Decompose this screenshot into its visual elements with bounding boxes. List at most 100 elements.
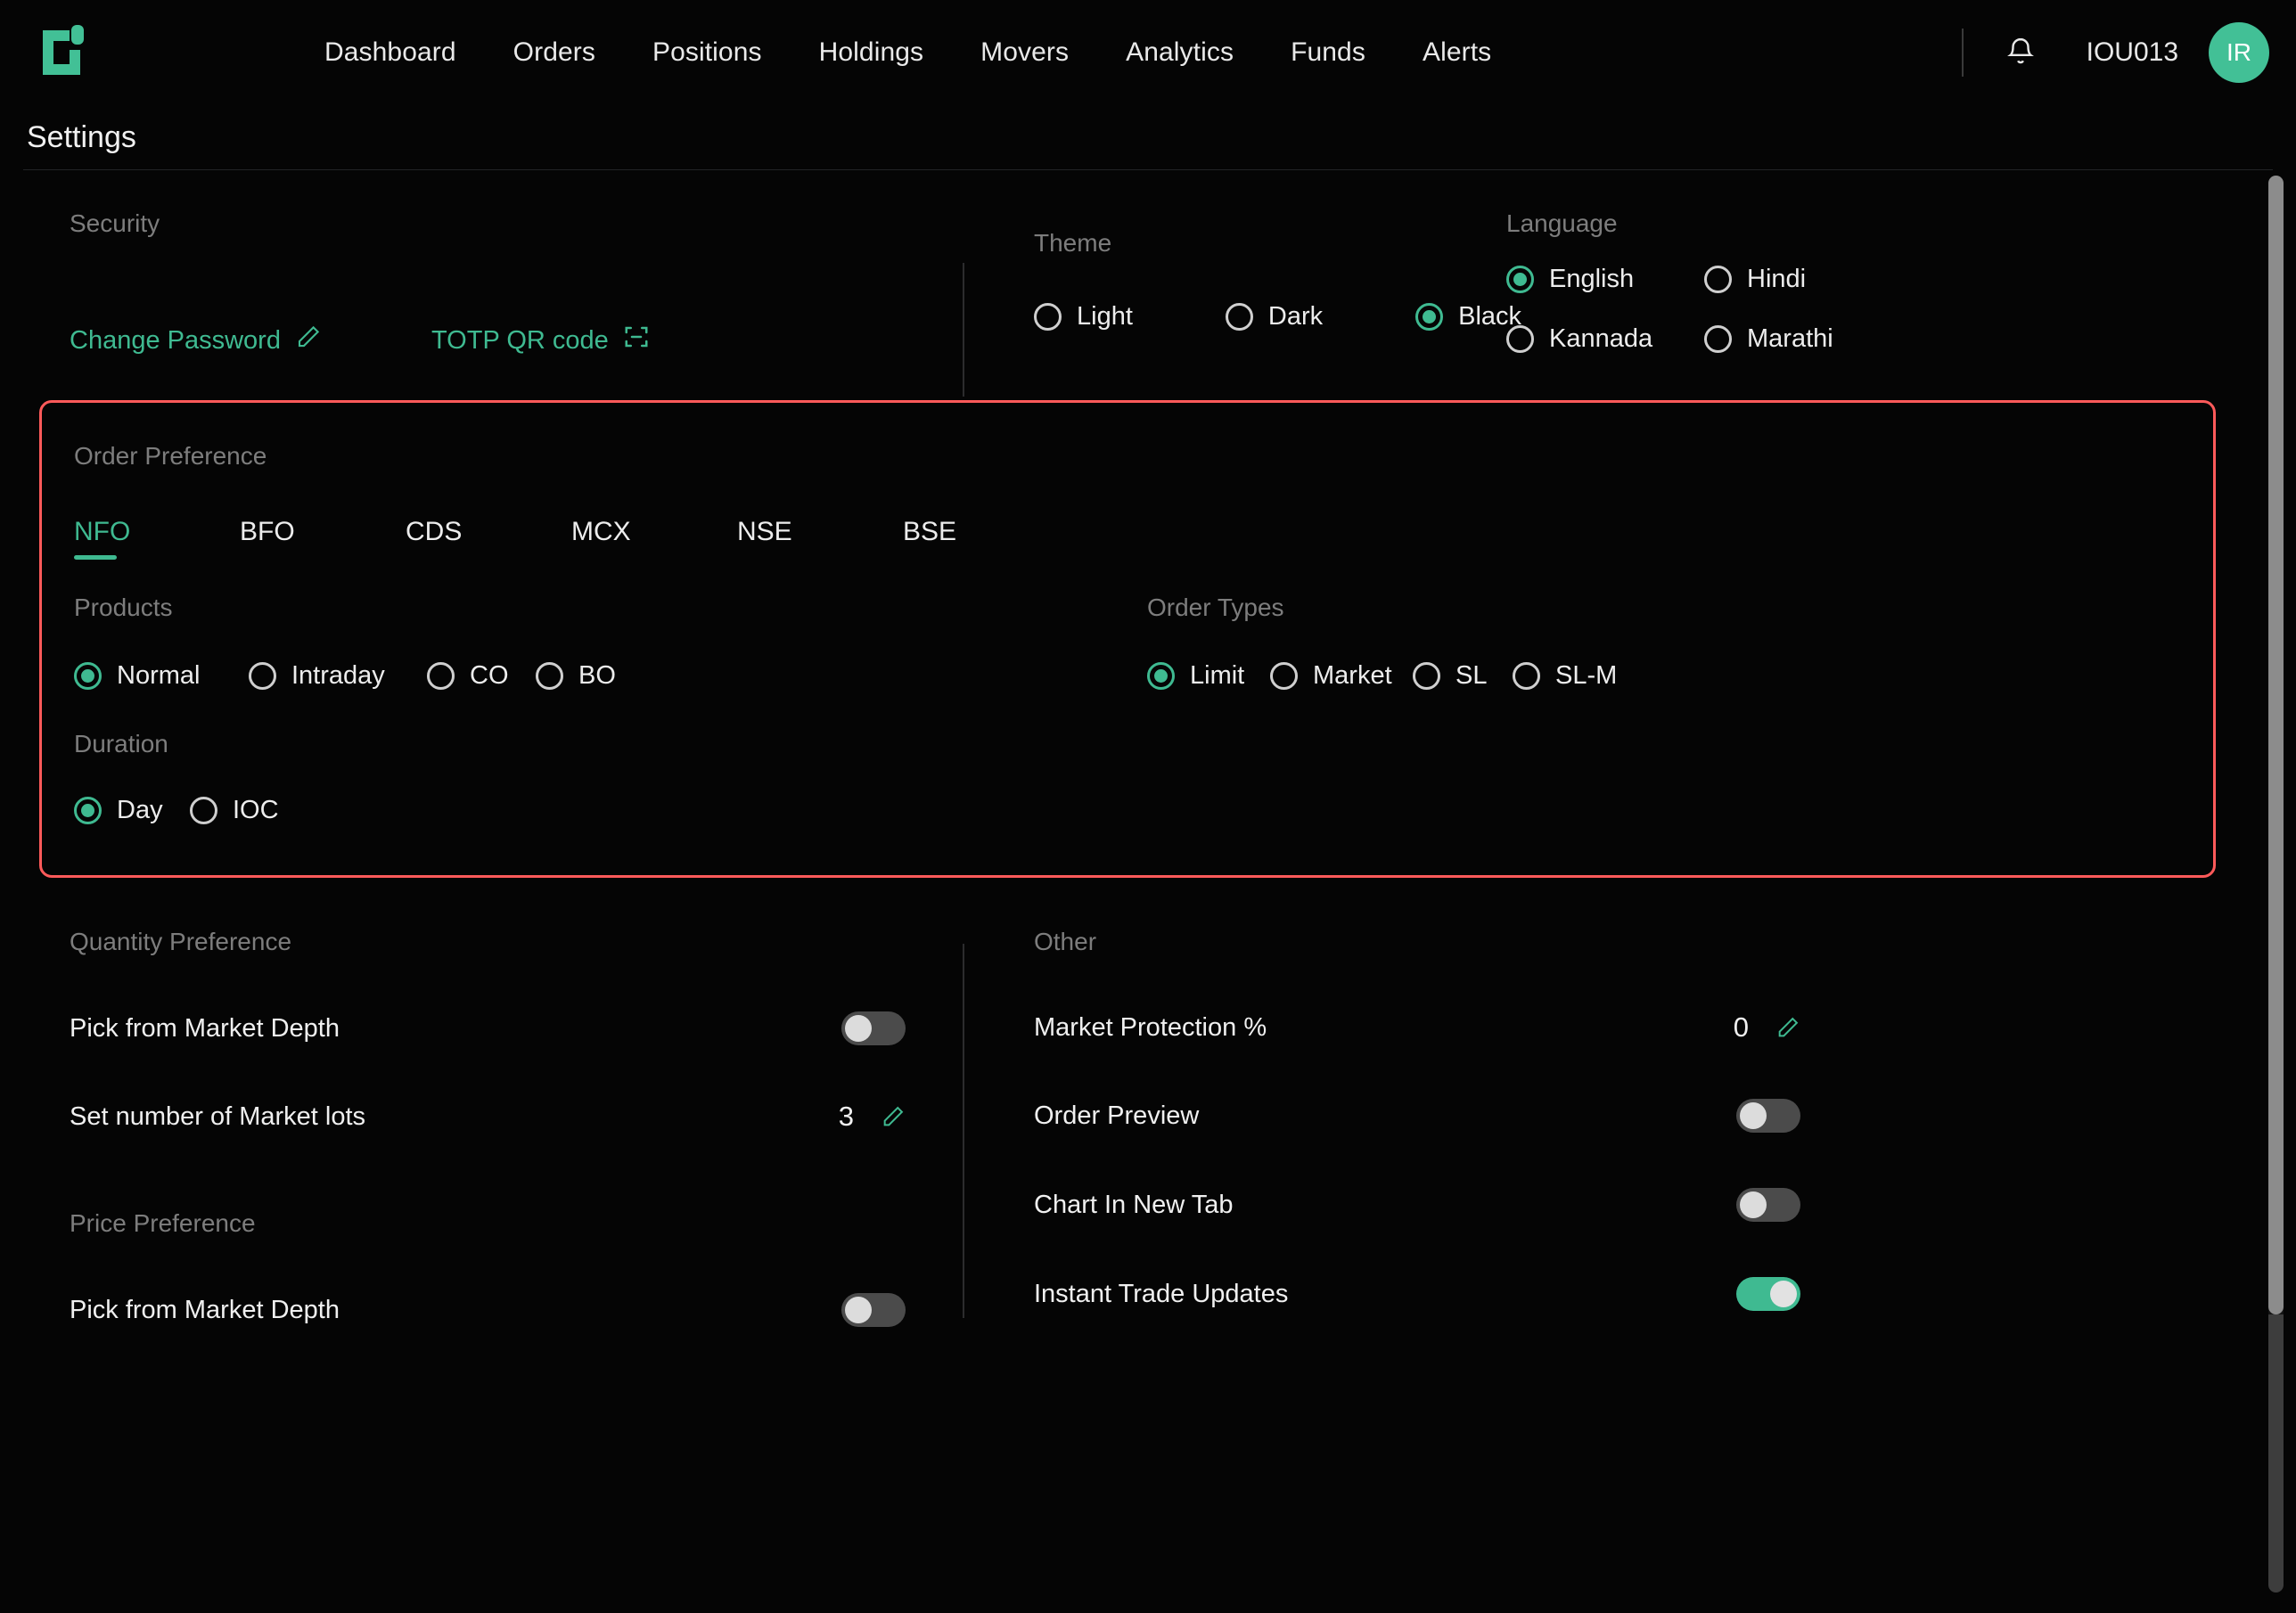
price-preference-label: Price Preference [70,1209,256,1237]
product-option-intraday[interactable]: Intraday [249,661,385,691]
theme-option-label: Light [1077,302,1133,331]
theme-options: Light Dark Black [1034,302,1521,332]
instant-trade-updates-toggle[interactable] [1736,1277,1800,1311]
language-option-kannada[interactable]: Kannada [1506,324,1652,354]
duration-option-ioc[interactable]: IOC [190,796,279,825]
avatar[interactable]: IR [2209,22,2269,83]
security-label: Security [70,209,160,237]
change-password-label: Change Password [70,325,281,355]
nav-item-movers[interactable]: Movers [952,29,1097,77]
change-password-button[interactable]: Change Password [70,323,322,357]
chart-in-new-tab-toggle[interactable] [1736,1188,1800,1222]
radio-icon [1225,303,1253,331]
nav-item-analytics[interactable]: Analytics [1097,29,1262,77]
market-protection-label: Market Protection % [1034,1012,1267,1042]
language-option-hindi[interactable]: Hindi [1704,265,1806,294]
divider [963,944,964,1318]
product-option-normal[interactable]: Normal [74,661,200,691]
quantity-pick-from-market-depth-toggle[interactable] [841,1011,906,1045]
exchange-tabs: NFO BFO CDS MCX NSE BSE [74,517,2213,560]
nav-item-dashboard[interactable]: Dashboard [296,29,485,77]
order-type-option-sl[interactable]: SL [1413,661,1487,691]
theme-option-label: Dark [1267,302,1324,331]
settings-row-bottom: Quantity Preference Pick from Market Dep… [0,928,2243,1327]
settings-scroll-area: Security Change Password TOTP QR code Th… [0,170,2296,1613]
market-lots-label: Set number of Market lots [70,1101,366,1131]
language-options-row-1: English Hindi [1506,265,1833,294]
price-pick-from-market-depth-toggle[interactable] [841,1293,906,1327]
order-preview-row: Order Preview [1034,1099,1800,1133]
scrollbar-thumb[interactable] [2268,176,2284,1314]
product-option-co[interactable]: CO [427,661,509,691]
market-protection-value: 0 [1733,1011,1749,1043]
theme-option-light[interactable]: Light [1034,302,1133,332]
order-types-options: Limit Market SL SL-M [1147,661,2213,691]
language-option-marathi[interactable]: Marathi [1704,324,1833,354]
theme-option-black[interactable]: Black [1415,302,1521,332]
quantity-pick-from-market-depth-label: Pick from Market Depth [70,1013,340,1043]
app-logo-icon[interactable] [32,21,94,84]
order-types-section: Order Types Limit Market SL SL-M [1147,594,2213,691]
theme-option-dark[interactable]: Dark [1225,302,1324,332]
theme-section: Theme Light Dark Black [963,209,1521,397]
bell-icon[interactable] [1999,31,2042,74]
order-type-option-label: SL-M [1555,661,1618,690]
divider [1961,29,1964,77]
top-navigation-bar: Dashboard Orders Positions Holdings Move… [0,0,2296,105]
language-option-label: English [1549,265,1635,293]
price-pick-from-market-depth-label: Pick from Market Depth [70,1295,340,1324]
order-preview-toggle[interactable] [1736,1099,1800,1133]
instant-trade-updates-row: Instant Trade Updates [1034,1277,1800,1311]
language-label: Language [1506,209,1618,237]
price-pick-from-market-depth-row: Pick from Market Depth [70,1293,906,1327]
duration-option-label: Day [117,796,163,824]
pencil-icon[interactable] [1775,1015,1800,1040]
language-option-english[interactable]: English [1506,265,1634,294]
nav-item-holdings[interactable]: Holdings [791,29,953,77]
totp-qr-label: TOTP QR code [430,325,609,355]
radio-icon [1513,662,1540,690]
language-option-label: Hindi [1747,265,1807,293]
radio-selected-icon [1506,266,1534,293]
market-protection-row: Market Protection % 0 [1034,1011,1800,1044]
nav-item-alerts[interactable]: Alerts [1394,29,1520,77]
products-section: Products Normal Intraday CO BO [74,594,1147,691]
main-nav: Dashboard Orders Positions Holdings Move… [296,29,1520,77]
product-option-label: BO [578,661,616,690]
products-label: Products [74,594,173,621]
theme-label: Theme [1034,229,1112,257]
security-links: Change Password TOTP QR code [70,323,963,357]
tab-bse[interactable]: BSE [903,517,1069,560]
radio-icon [190,797,217,824]
tab-bfo[interactable]: BFO [240,517,406,560]
radio-icon [1034,303,1062,331]
order-preference-panel: Order Preference NFO BFO CDS MCX NSE BSE… [39,400,2216,878]
pencil-icon[interactable] [881,1104,906,1129]
settings-body: Security Change Password TOTP QR code Th… [0,170,2296,1613]
market-lots-value: 3 [838,1101,854,1132]
order-type-option-slm[interactable]: SL-M [1513,661,1617,691]
scrollbar-track[interactable] [2268,1314,2284,1593]
nav-item-funds[interactable]: Funds [1262,29,1394,77]
totp-qr-code-button[interactable]: TOTP QR code [431,323,650,357]
order-type-option-limit[interactable]: Limit [1147,661,1244,691]
order-preference-label: Order Preference [74,442,267,470]
instant-trade-updates-label: Instant Trade Updates [1034,1279,1289,1308]
chart-in-new-tab-label: Chart In New Tab [1034,1190,1234,1219]
order-type-option-market[interactable]: Market [1270,661,1392,691]
top-right-controls: IOU013 IR [1961,22,2269,83]
tab-cds[interactable]: CDS [406,517,571,560]
chart-in-new-tab-row: Chart In New Tab [1034,1188,1800,1222]
duration-option-day[interactable]: Day [74,796,163,825]
vertical-scrollbar[interactable] [2268,176,2284,1593]
nav-item-orders[interactable]: Orders [485,29,624,77]
radio-selected-icon [74,797,102,824]
tab-nse[interactable]: NSE [737,517,903,560]
nav-item-positions[interactable]: Positions [624,29,791,77]
order-type-option-label: Market [1313,661,1392,690]
tab-mcx[interactable]: MCX [571,517,737,560]
radio-icon [1270,662,1298,690]
product-option-bo[interactable]: BO [536,661,616,691]
tab-nfo[interactable]: NFO [74,517,240,560]
